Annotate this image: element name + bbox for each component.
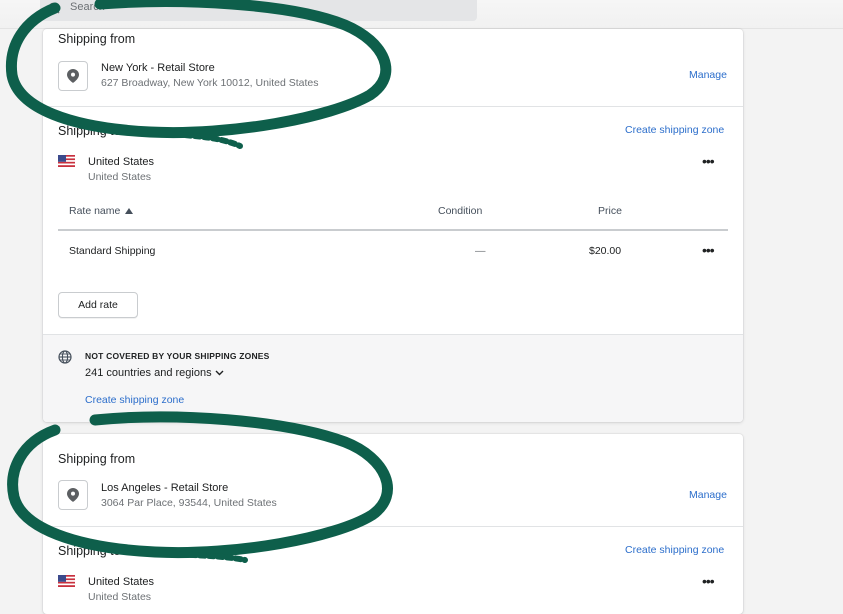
location-pin-box [58, 480, 88, 510]
create-shipping-zone-link[interactable]: Create shipping zone [625, 544, 724, 556]
table-header-divider [58, 229, 728, 231]
us-flag-icon [58, 155, 75, 167]
more-actions-icon[interactable]: ••• [702, 574, 715, 588]
manage-link[interactable]: Manage [689, 69, 727, 81]
search-icon [48, 2, 60, 14]
sort-ascending-icon[interactable] [125, 208, 133, 214]
not-covered-title: NOT COVERED BY YOUR SHIPPING ZONES [85, 351, 270, 361]
location-address: 3064 Par Place, 93544, United States [101, 497, 277, 509]
divider [43, 106, 743, 107]
not-covered-section: NOT COVERED BY YOUR SHIPPING ZONES 241 c… [43, 334, 743, 422]
location-name: New York - Retail Store [101, 62, 215, 74]
country-name: United States [88, 576, 155, 588]
country-region: United States [88, 591, 152, 603]
us-flag-icon [58, 575, 75, 587]
location-address: 627 Broadway, New York 10012, United Sta… [101, 77, 319, 89]
country-region: United States [88, 171, 152, 183]
location-pin-icon [67, 69, 79, 83]
shipping-from-title: Shipping from [58, 32, 136, 46]
shipping-from-title: Shipping from [58, 452, 136, 466]
location-pin-icon [67, 488, 79, 502]
search-placeholder: Search [70, 1, 105, 13]
divider [43, 526, 743, 527]
shipping-to-title: Shipping to [58, 544, 121, 558]
create-shipping-zone-link[interactable]: Create shipping zone [85, 394, 184, 406]
shipping-to-title: Shipping to [58, 124, 121, 138]
top-bar: Search [0, 0, 843, 29]
search-input[interactable]: Search [40, 0, 477, 21]
location-pin-box [58, 61, 88, 91]
column-header-rate-name[interactable]: Rate name [69, 205, 120, 217]
add-rate-button[interactable]: Add rate [58, 292, 138, 318]
globe-icon [58, 350, 72, 364]
column-header-condition: Condition [438, 205, 483, 217]
condition-cell: — [475, 245, 486, 257]
create-shipping-zone-link[interactable]: Create shipping zone [625, 124, 724, 136]
column-header-price: Price [598, 205, 622, 217]
more-actions-icon[interactable]: ••• [702, 154, 715, 168]
more-actions-icon[interactable]: ••• [702, 243, 715, 257]
chevron-down-icon[interactable] [215, 370, 224, 376]
rate-name-cell: Standard Shipping [69, 245, 156, 257]
country-name: United States [88, 156, 155, 168]
shipping-zone-card-new-york: Shipping from New York - Retail Store 62… [43, 29, 743, 422]
manage-link[interactable]: Manage [689, 489, 727, 501]
location-name: Los Angeles - Retail Store [101, 482, 229, 494]
shipping-zone-card-los-angeles: Shipping from Los Angeles - Retail Store… [43, 434, 743, 614]
countries-count-toggle[interactable]: 241 countries and regions [85, 367, 212, 379]
price-cell: $20.00 [589, 245, 622, 257]
